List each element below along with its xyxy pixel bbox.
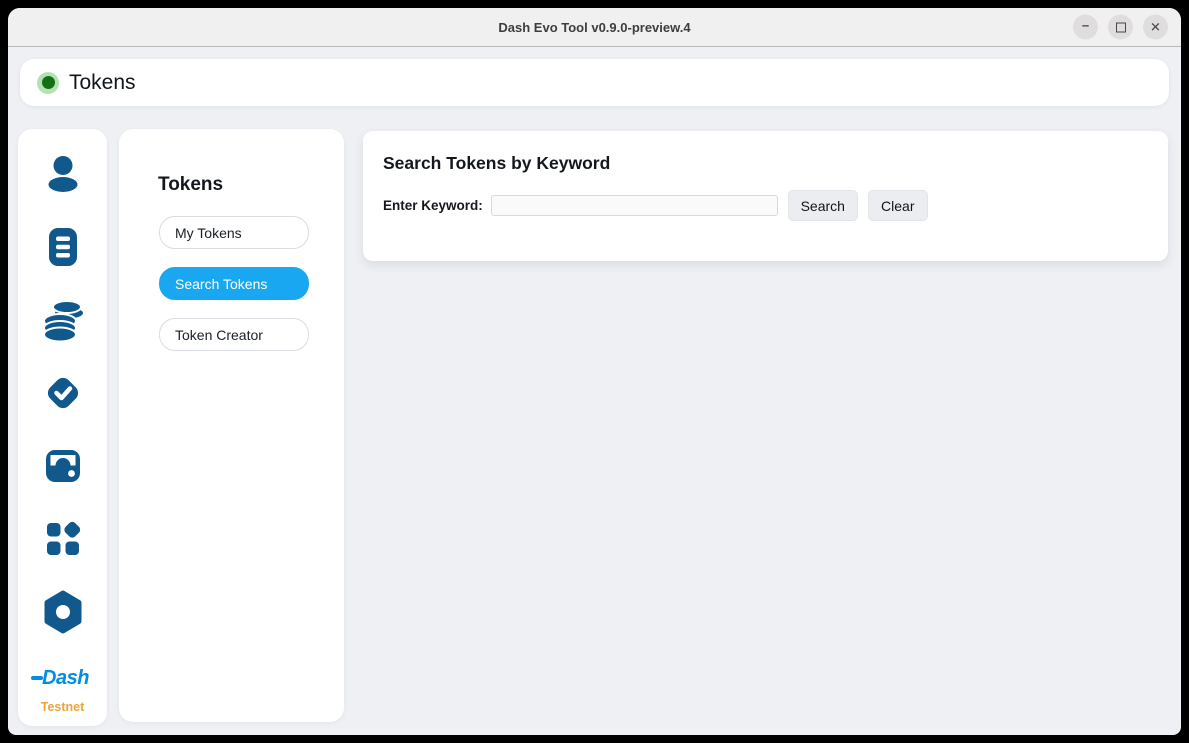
clear-button[interactable]: Clear — [868, 190, 928, 221]
sidebar-item-proofs[interactable] — [39, 369, 87, 417]
hex-nut-icon — [40, 589, 86, 635]
minimize-button[interactable]: – — [1073, 15, 1098, 40]
document-list-icon — [41, 225, 85, 269]
coins-stack-icon — [40, 298, 86, 342]
sidebar: Dash Testnet — [18, 129, 107, 726]
dash-logo-bar — [31, 676, 43, 680]
check-badge-icon — [40, 370, 86, 416]
dash-logo: Dash — [36, 667, 89, 690]
person-icon — [41, 152, 85, 196]
search-button[interactable]: Search — [788, 190, 858, 221]
wallet-icon — [40, 444, 86, 488]
close-button[interactable]: ✕ — [1143, 15, 1168, 40]
keyword-label: Enter Keyword: — [383, 198, 483, 213]
app-window: Dash Evo Tool v0.9.0-preview.4 – ✕ Token… — [8, 8, 1181, 735]
sidebar-item-wallet[interactable] — [39, 442, 87, 490]
window-title: Dash Evo Tool v0.9.0-preview.4 — [498, 20, 690, 35]
keyword-input[interactable] — [491, 195, 778, 216]
tab-search-tokens[interactable]: Search Tokens — [159, 267, 309, 300]
sidebar-item-contracts[interactable] — [39, 223, 87, 271]
status-dot-icon — [37, 72, 59, 94]
search-heading: Search Tokens by Keyword — [383, 153, 610, 174]
titlebar: Dash Evo Tool v0.9.0-preview.4 – ✕ — [8, 8, 1181, 47]
sidebar-item-identities[interactable] — [39, 150, 87, 198]
sidebar-item-tokens[interactable] — [39, 296, 87, 344]
sidebar-item-apps[interactable] — [39, 515, 87, 563]
panel-title: Tokens — [158, 174, 223, 196]
close-icon: ✕ — [1150, 21, 1161, 34]
header-bar: Tokens — [20, 59, 1169, 106]
sidebar-item-platform[interactable] — [39, 588, 87, 636]
window-controls: – ✕ — [1073, 15, 1168, 40]
search-tokens-card: Search Tokens by Keyword Enter Keyword: … — [363, 131, 1168, 261]
minimize-icon: – — [1082, 19, 1089, 32]
tab-token-creator[interactable]: Token Creator — [159, 318, 309, 351]
network-label: Testnet — [41, 700, 85, 714]
sidebar-footer: Dash Testnet — [18, 667, 107, 714]
maximize-icon — [1116, 22, 1126, 32]
maximize-button[interactable] — [1108, 15, 1133, 40]
tokens-panel: Tokens My Tokens Search Tokens Token Cre… — [119, 129, 344, 722]
shapes-grid-icon — [41, 517, 85, 561]
tab-my-tokens[interactable]: My Tokens — [159, 216, 309, 249]
keyword-row: Enter Keyword: Search Clear — [383, 190, 1148, 221]
header-label: Tokens — [69, 71, 136, 95]
